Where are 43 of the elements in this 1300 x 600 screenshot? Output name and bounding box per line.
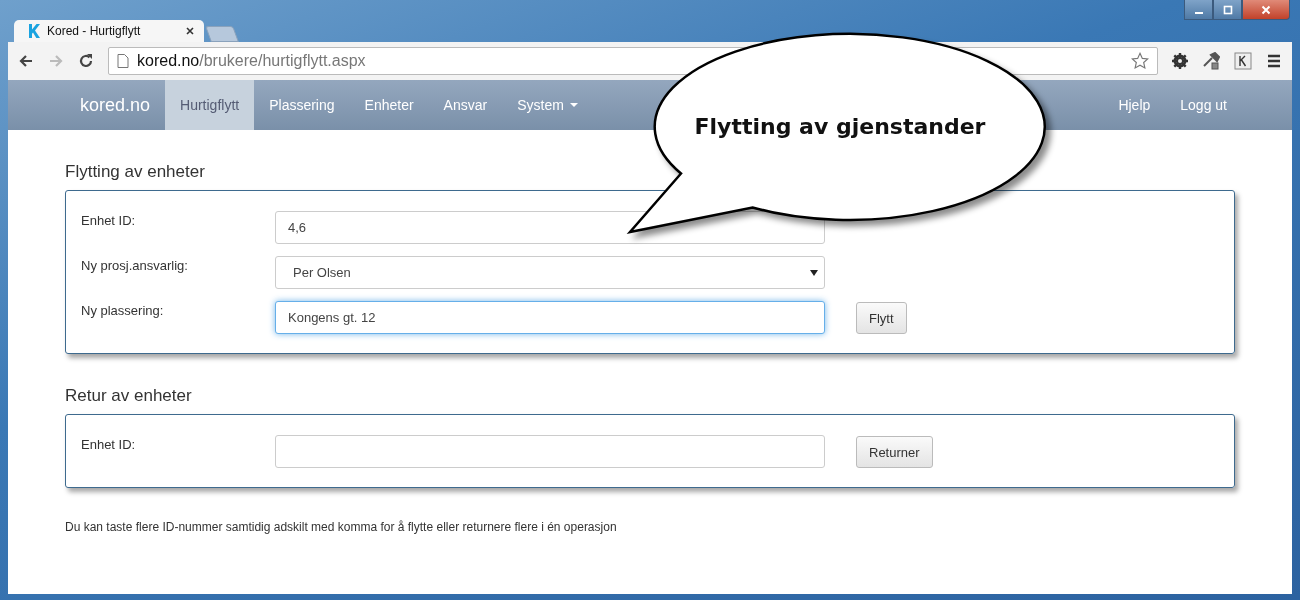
field-label: Enhet ID: <box>81 212 137 228</box>
nav-item[interactable]: Hjelp <box>1103 80 1166 130</box>
field-label: Ny prosj.ansvarlig: <box>81 257 189 273</box>
nav-item[interactable]: Hurtigflytt <box>165 80 255 130</box>
menu-icon[interactable] <box>1266 53 1282 69</box>
caret-icon <box>569 103 578 107</box>
close-icon[interactable] <box>186 27 194 35</box>
text-field[interactable]: Kongens gt. 12 <box>275 301 825 334</box>
brand-link[interactable]: kored.no <box>80 80 166 130</box>
k-extension-icon[interactable] <box>1234 52 1252 70</box>
k-logo-icon <box>28 24 40 38</box>
close-button[interactable] <box>1242 0 1290 20</box>
submit-button[interactable]: Returner <box>856 436 933 468</box>
select-value: Per Olsen <box>293 265 351 280</box>
gear-icon[interactable] <box>1172 53 1188 69</box>
text-field[interactable] <box>275 435 825 468</box>
nav-item[interactable]: Plassering <box>254 80 350 130</box>
text-field[interactable]: 4,6 <box>275 211 825 244</box>
maximize-icon <box>1222 4 1233 15</box>
field-label: Enhet ID: <box>81 436 137 452</box>
select-field[interactable]: Per Olsen <box>275 256 825 289</box>
submit-button[interactable]: Flytt <box>856 302 907 334</box>
minimize-button[interactable] <box>1184 0 1213 20</box>
nav-item[interactable]: Enheter <box>349 80 429 130</box>
section-title: Flytting av enheter <box>65 162 206 182</box>
dropdown-arrow-icon <box>810 269 818 276</box>
reload-icon[interactable] <box>78 53 94 69</box>
section-title: Retur av enheter <box>65 386 193 406</box>
tab-title: Kored - Hurtigflytt <box>47 24 142 38</box>
maximize-button[interactable] <box>1213 0 1242 20</box>
minimize-icon <box>1194 11 1203 14</box>
field-label: Ny plassering: <box>81 302 165 318</box>
back-icon[interactable] <box>18 53 34 69</box>
browser-tab[interactable]: Kored - Hurtigflytt <box>14 20 204 42</box>
help-text: Du kan taste flere ID-nummer samtidig adskilt med komma for å flytte eller returnere flere i én operasjon <box>65 520 618 534</box>
star-icon[interactable] <box>1131 52 1149 70</box>
close-icon <box>1261 4 1271 15</box>
nav-item[interactable]: Ansvar <box>428 80 503 130</box>
nav-item[interactable]: System <box>502 80 593 130</box>
callout-text: Flytting av gjenstander <box>694 114 986 139</box>
page-icon <box>117 54 129 68</box>
nav-item[interactable]: Logg ut <box>1165 80 1242 130</box>
url-text: kored.no/brukere/hurtigflytt.aspx <box>137 52 367 70</box>
